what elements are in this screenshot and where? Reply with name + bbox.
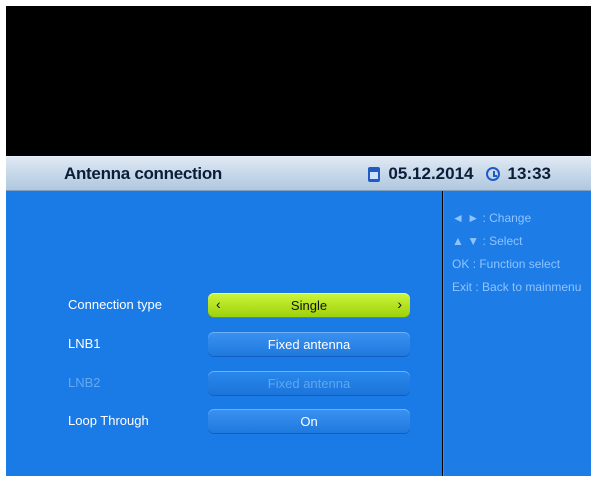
help-change: ◄ ► : Change [452,211,532,225]
tv-screen: Antenna connection 05.12.2014 13:33 Conn… [6,6,591,476]
calendar-icon [368,166,381,182]
lnb2-label: LNB2 [68,375,101,390]
up-down-arrows-icon: ▲ ▼ [452,234,480,248]
lnb1-field[interactable]: Fixed antenna [208,332,410,356]
lnb1-value: Fixed antenna [267,336,351,352]
exit-key: Exit [452,280,473,294]
time-text: 13:33 [507,164,551,183]
connection-type-label: Connection type [68,297,162,312]
help-function-select: OK : Function select [452,257,561,271]
loop-through-value: On [300,413,318,429]
lnb2-value: Fixed antenna [267,375,351,391]
clock-icon [485,167,500,181]
help-panel: ◄ ► : Change ▲ ▼ : Select OK : Function … [443,191,591,476]
arrow-right-icon[interactable]: › [397,296,402,312]
lnb2-field: Fixed antenna [208,371,410,395]
settings-panel: Connection type ‹ Single › LNB1 Fixed an… [6,191,442,476]
ok-key: OK [452,257,470,271]
loop-through-label: Loop Through [68,413,149,428]
connection-type-value: Single [290,297,328,313]
left-right-arrows-icon: ◄ ► [452,211,480,225]
help-select: ▲ ▼ : Select [452,234,523,248]
date-time: 05.12.2014 13:33 [368,163,551,185]
connection-type-field[interactable]: ‹ Single › [208,293,410,317]
date-text: 05.12.2014 [388,164,474,183]
arrow-left-icon[interactable]: ‹ [216,296,221,312]
title-bar: Antenna connection 05.12.2014 13:33 [6,156,591,191]
lnb1-label: LNB1 [68,336,101,351]
page-title: Antenna connection [64,164,222,183]
loop-through-field[interactable]: On [208,409,410,433]
help-back: Exit : Back to mainmenu [452,280,582,294]
